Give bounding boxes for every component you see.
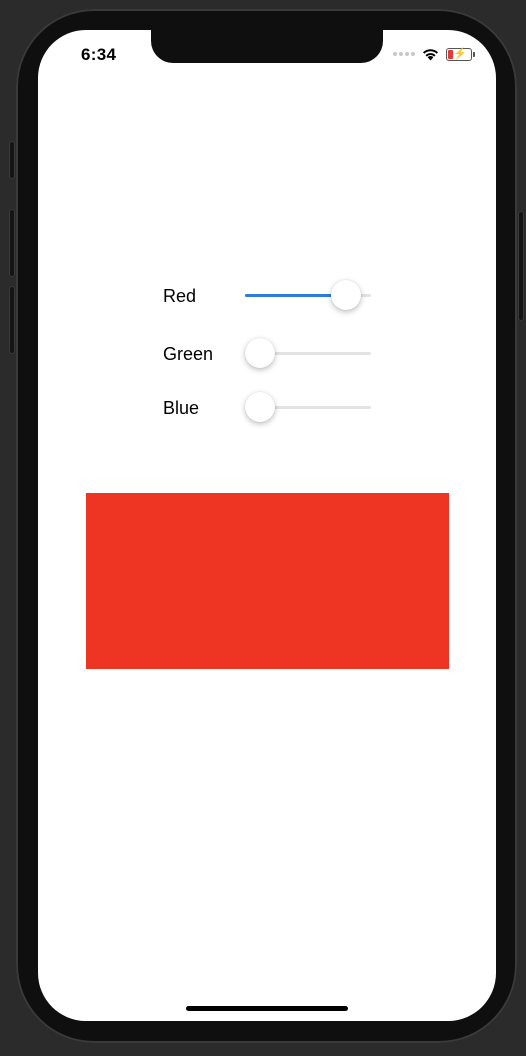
slider-label-green: Green	[163, 344, 214, 364]
cellular-signal-icon	[393, 52, 415, 56]
battery-charging-icon: ⚡	[446, 47, 475, 61]
slider-thumb-green[interactable]	[245, 338, 275, 368]
wifi-icon	[423, 48, 438, 60]
slider-thumb-red[interactable]	[331, 280, 362, 310]
screen: 6:34 ⚡ Red Green Blue	[38, 30, 496, 1021]
status-time: 6:34	[81, 45, 117, 64]
slider-row-green: Green	[163, 334, 373, 374]
color-preview	[86, 493, 449, 669]
status-icons: ⚡	[393, 46, 475, 62]
slider-row-red: Red	[163, 276, 373, 316]
slider-thumb-blue[interactable]	[245, 392, 275, 422]
slider-row-blue: Blue	[163, 388, 373, 428]
home-indicator[interactable]	[186, 1006, 348, 1011]
slider-label-red: Red	[163, 286, 197, 306]
slider-label-blue: Blue	[163, 398, 200, 418]
volume-up-button	[9, 209, 15, 277]
power-button	[518, 211, 524, 321]
mute-switch	[9, 141, 15, 179]
volume-down-button	[9, 286, 15, 354]
notch	[151, 30, 383, 63]
